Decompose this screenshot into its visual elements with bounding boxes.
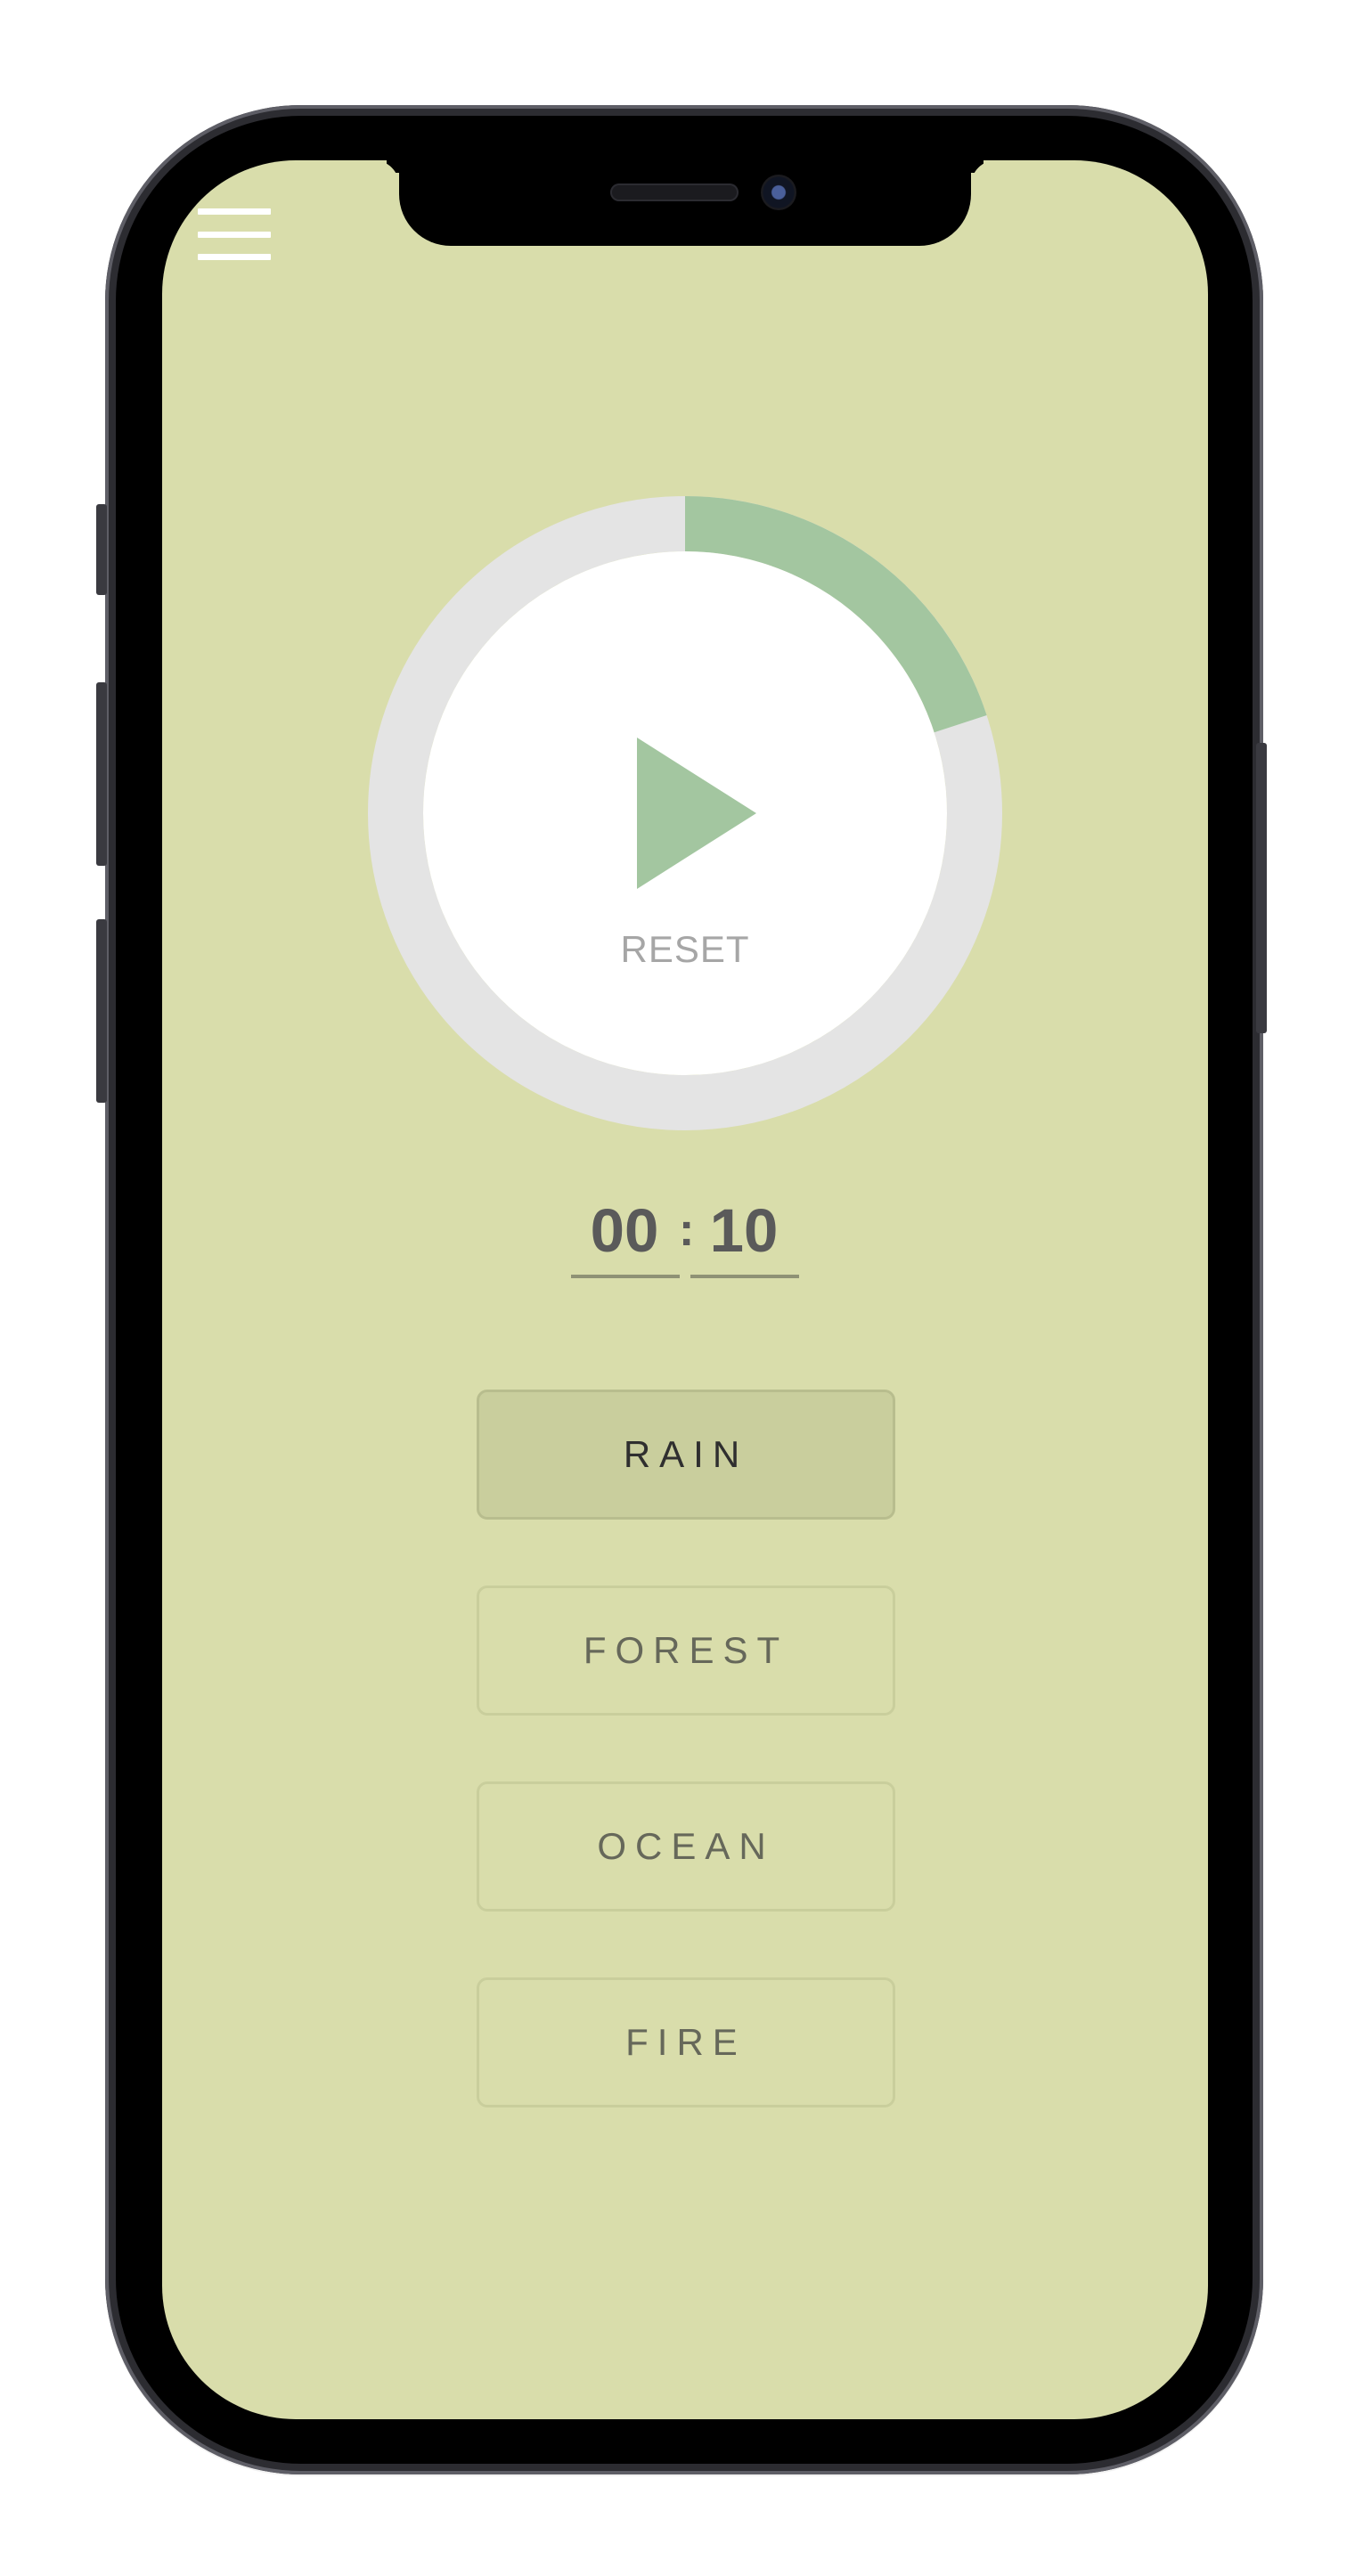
phone-volume-down-button — [96, 919, 107, 1103]
sound-button-fire[interactable]: FIRE — [477, 1977, 895, 2107]
play-triangle — [637, 738, 756, 889]
minutes-input[interactable]: 00 — [571, 1191, 678, 1271]
phone-power-button — [1256, 743, 1267, 1033]
menu-line — [198, 231, 271, 238]
speaker-grille — [610, 183, 739, 201]
app-screen: RESET 00 : 10 RAIN FOREST OCEAN FIRE — [162, 160, 1208, 2419]
phone-volume-up-button — [96, 682, 107, 866]
seconds-underline — [690, 1275, 799, 1278]
phone-silent-switch — [96, 504, 107, 595]
sound-button-rain[interactable]: RAIN — [477, 1390, 895, 1520]
seconds-input[interactable]: 10 — [690, 1191, 797, 1271]
phone-notch — [399, 160, 971, 246]
time-display: 00 : 10 — [571, 1191, 799, 1280]
sound-button-ocean[interactable]: OCEAN — [477, 1781, 895, 1912]
sound-button-forest[interactable]: FOREST — [477, 1586, 895, 1716]
minutes-underline — [571, 1275, 680, 1278]
time-separator: : — [679, 1204, 695, 1256]
front-camera — [761, 175, 796, 210]
menu-line — [198, 208, 271, 215]
menu-line — [198, 254, 271, 260]
hamburger-menu-icon[interactable] — [198, 208, 271, 260]
reset-button[interactable]: RESET — [581, 928, 789, 971]
play-icon[interactable] — [637, 738, 756, 889]
